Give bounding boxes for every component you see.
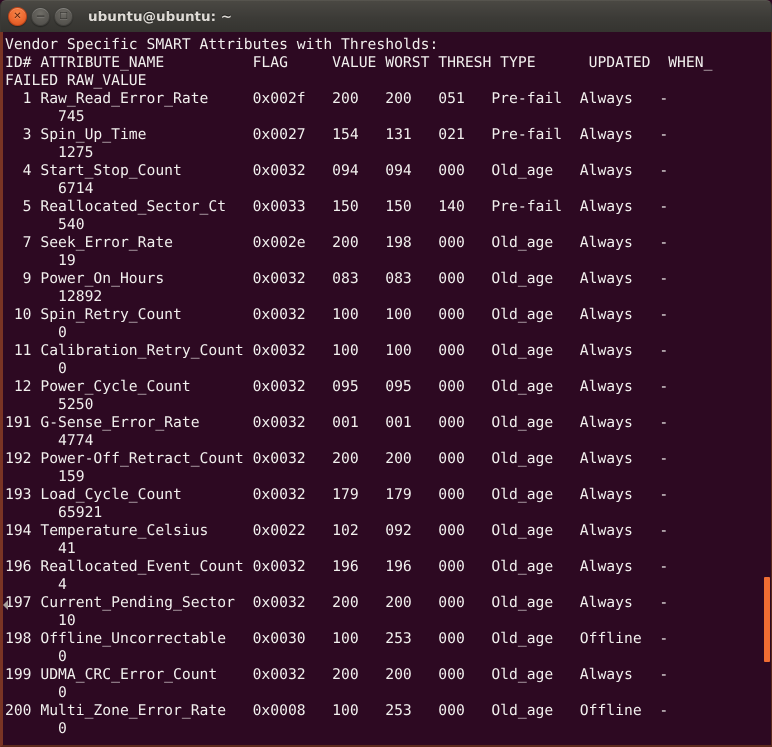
terminal-line: 65921 <box>5 504 103 521</box>
terminal-line: 11 Calibration_Retry_Count 0x0032 100 10… <box>5 342 669 359</box>
terminal-line: 191 G-Sense_Error_Rate 0x0032 001 001 00… <box>5 414 669 431</box>
maximize-icon: □ <box>59 11 68 21</box>
terminal-line: 199 UDMA_CRC_Error_Count 0x0032 200 200 … <box>5 666 669 683</box>
maximize-button[interactable]: □ <box>54 7 73 26</box>
terminal-line: 10 <box>5 612 76 629</box>
terminal-line: 200 Multi_Zone_Error_Rate 0x0008 100 253… <box>5 702 669 719</box>
terminal-line: 41 <box>5 540 76 557</box>
terminal-line: 197 Current_Pending_Sector 0x0032 200 20… <box>5 594 669 611</box>
terminal-window: ✕ − □ ubuntu@ubuntu: ~ Vendor Specific S… <box>0 0 772 747</box>
terminal-line: 5250 <box>5 396 94 413</box>
terminal-line: 9 Power_On_Hours 0x0032 083 083 000 Old_… <box>5 270 669 287</box>
terminal-line: 198 Offline_Uncorrectable 0x0030 100 253… <box>5 630 669 647</box>
window-title: ubuntu@ubuntu: ~ <box>88 8 233 25</box>
terminal-line: 4774 <box>5 432 94 449</box>
terminal-line: Vendor Specific SMART Attributes with Th… <box>5 36 439 53</box>
terminal-line: 5 Reallocated_Sector_Ct 0x0033 150 150 1… <box>5 198 669 215</box>
minimize-icon: − <box>35 9 46 23</box>
terminal-line: 6714 <box>5 180 94 197</box>
terminal-line: 745 <box>5 108 85 125</box>
scroll-position-marker-icon <box>3 600 8 610</box>
minimize-button[interactable]: − <box>31 7 50 26</box>
terminal-line: 19 <box>5 252 76 269</box>
terminal-line: 0 <box>5 360 67 377</box>
terminal-line: 0 <box>5 720 67 737</box>
terminal-screen[interactable]: Vendor Specific SMART Attributes with Th… <box>3 32 712 738</box>
terminal-line: 192 Power-Off_Retract_Count 0x0032 200 2… <box>5 450 669 467</box>
terminal-scrollbar[interactable] <box>764 32 771 745</box>
terminal-line: 0 <box>5 648 67 665</box>
terminal-line: 4 <box>5 576 67 593</box>
terminal-line: 159 <box>5 468 85 485</box>
terminal-body[interactable]: Vendor Specific SMART Attributes with Th… <box>0 32 772 747</box>
window-titlebar[interactable]: ✕ − □ ubuntu@ubuntu: ~ <box>0 0 772 32</box>
terminal-line: 0 <box>5 684 67 701</box>
close-icon: ✕ <box>13 10 22 22</box>
terminal-line: 193 Load_Cycle_Count 0x0032 179 179 000 … <box>5 486 669 503</box>
terminal-line: 4 Start_Stop_Count 0x0032 094 094 000 Ol… <box>5 162 669 179</box>
terminal-line: 10 Spin_Retry_Count 0x0032 100 100 000 O… <box>5 306 669 323</box>
terminal-line: 12892 <box>5 288 103 305</box>
terminal-line: 194 Temperature_Celsius 0x0022 102 092 0… <box>5 522 669 539</box>
terminal-line: 196 Reallocated_Event_Count 0x0032 196 1… <box>5 558 669 575</box>
terminal-line: ID# ATTRIBUTE_NAME FLAG VALUE WORST THRE… <box>5 54 713 71</box>
terminal-line: 7 Seek_Error_Rate 0x002e 200 198 000 Old… <box>5 234 669 251</box>
terminal-line: 3 Spin_Up_Time 0x0027 154 131 021 Pre-fa… <box>5 126 669 143</box>
close-button[interactable]: ✕ <box>8 7 27 26</box>
terminal-line: 1 Raw_Read_Error_Rate 0x002f 200 200 051… <box>5 90 669 107</box>
terminal-line: FAILED RAW_VALUE <box>5 72 147 89</box>
terminal-line: 0 <box>5 324 67 341</box>
terminal-line: 540 <box>5 216 85 233</box>
terminal-line: 12 Power_Cycle_Count 0x0032 095 095 000 … <box>5 378 669 395</box>
terminal-line: 1275 <box>5 144 94 161</box>
scrollbar-thumb[interactable] <box>764 577 770 662</box>
